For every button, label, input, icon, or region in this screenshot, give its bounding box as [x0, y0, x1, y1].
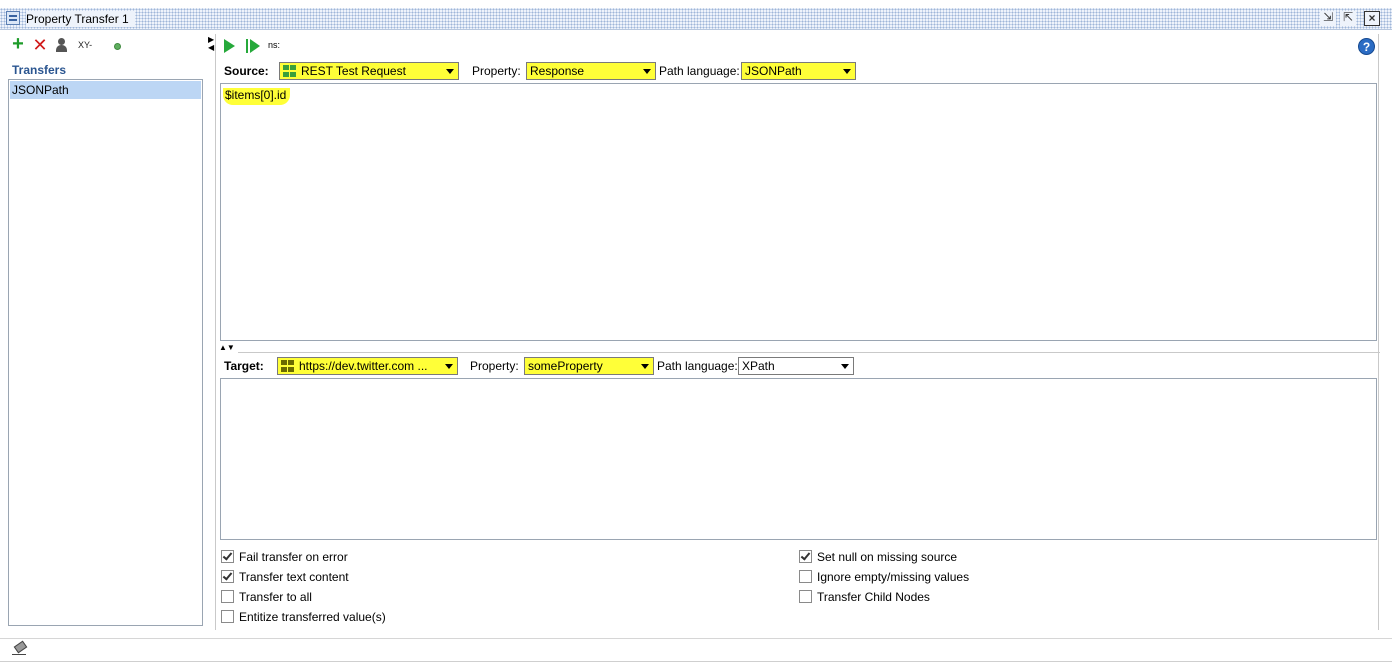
source-path-language-label: Path language:	[659, 64, 740, 78]
source-step-select[interactable]: REST Test Request	[279, 62, 459, 80]
transfer-child-nodes-checkbox[interactable]: Transfer Child Nodes	[799, 589, 930, 605]
ignore-empty-checkbox[interactable]: Ignore empty/missing values	[799, 569, 969, 585]
chevron-down-icon	[641, 364, 649, 369]
rest-request-icon	[283, 65, 296, 77]
target-path-language-select[interactable]: XPath	[738, 357, 854, 375]
chevron-down-icon	[446, 69, 454, 74]
minimize-window-button[interactable]: ⇲	[1320, 11, 1336, 26]
namespace-label[interactable]: ns:	[268, 40, 280, 50]
bottom-divider	[0, 661, 1392, 662]
ignore-empty-label: Ignore empty/missing values	[817, 570, 970, 584]
grid-icon	[281, 360, 294, 372]
eraser-icon[interactable]	[12, 643, 26, 655]
help-icon[interactable]: ?	[1358, 38, 1375, 55]
source-path-language-value: JSONPath	[745, 64, 802, 78]
split-handle[interactable]: ▲▼	[219, 343, 239, 353]
target-step-value: https://dev.twitter.com ...	[299, 359, 428, 373]
split-line[interactable]	[238, 352, 1380, 353]
fail-on-error-label: Fail transfer on error	[239, 550, 348, 564]
target-property-label: Property:	[470, 359, 519, 373]
checkbox-checked[interactable]	[221, 570, 234, 583]
checkbox-unchecked[interactable]	[221, 610, 234, 623]
checkbox-unchecked[interactable]	[799, 590, 812, 603]
xy-label[interactable]: XY-	[78, 40, 92, 50]
target-property-select[interactable]: someProperty	[524, 357, 654, 375]
transfers-heading: Transfers	[12, 63, 67, 77]
delete-icon[interactable]: ✕	[32, 36, 48, 54]
checkbox-unchecked[interactable]	[799, 570, 812, 583]
checkbox-checked[interactable]	[799, 550, 812, 563]
status-dot-icon	[114, 43, 121, 50]
transfer-item-jsonpath[interactable]: JSONPath	[10, 81, 201, 99]
chevron-down-icon	[841, 364, 849, 369]
source-expression[interactable]: $items[0].id	[223, 88, 291, 105]
fail-on-error-checkbox[interactable]: Fail transfer on error	[221, 549, 348, 565]
source-path-language-select[interactable]: JSONPath	[741, 62, 856, 80]
transfer-to-all-checkbox[interactable]: Transfer to all	[221, 589, 312, 605]
set-null-label: Set null on missing source	[817, 550, 958, 564]
source-expression-editor[interactable]: $items[0].id	[220, 83, 1377, 341]
target-label: Target:	[224, 359, 264, 373]
run-icon[interactable]	[224, 39, 235, 53]
transfers-toolbar: + ✕ XY-	[8, 34, 208, 58]
target-step-select[interactable]: https://dev.twitter.com ...	[277, 357, 458, 375]
source-property-select[interactable]: Response	[526, 62, 656, 80]
target-path-language-label: Path language:	[657, 359, 738, 373]
status-bar	[0, 638, 1392, 667]
target-path-language-value: XPath	[742, 359, 775, 373]
transfer-to-all-label: Transfer to all	[239, 590, 312, 604]
transfer-text-content-checkbox[interactable]: Transfer text content	[221, 569, 349, 585]
source-step-value: REST Test Request	[301, 64, 406, 78]
target-expression-editor[interactable]	[220, 378, 1377, 540]
panel-divider[interactable]	[215, 34, 216, 630]
entitize-label: Entitize transferred value(s)	[239, 610, 386, 624]
checkbox-checked[interactable]	[221, 550, 234, 563]
set-null-checkbox[interactable]: Set null on missing source	[799, 549, 957, 565]
close-window-button[interactable]: ×	[1364, 11, 1380, 26]
chevron-down-icon	[643, 69, 651, 74]
right-edge	[1378, 34, 1379, 630]
target-property-value: someProperty	[528, 359, 603, 373]
chevron-down-icon	[445, 364, 453, 369]
entitize-checkbox[interactable]: Entitize transferred value(s)	[221, 609, 386, 625]
maximize-window-button[interactable]: ⇱	[1340, 11, 1356, 26]
source-property-value: Response	[530, 64, 585, 78]
property-transfer-icon	[6, 11, 20, 25]
title-bar	[0, 8, 1392, 30]
checkbox-unchecked[interactable]	[221, 590, 234, 603]
transfer-text-content-label: Transfer text content	[239, 570, 349, 584]
window-title: Property Transfer 1	[26, 11, 135, 27]
person-icon[interactable]	[54, 37, 70, 53]
transfer-child-nodes-label: Transfer Child Nodes	[817, 590, 930, 604]
source-property-label: Property:	[472, 64, 521, 78]
transfers-list[interactable]: JSONPath	[8, 79, 203, 626]
run-step-icon[interactable]	[246, 39, 260, 53]
source-label: Source:	[224, 64, 269, 78]
add-icon[interactable]: +	[10, 34, 26, 54]
chevron-down-icon	[843, 69, 851, 74]
